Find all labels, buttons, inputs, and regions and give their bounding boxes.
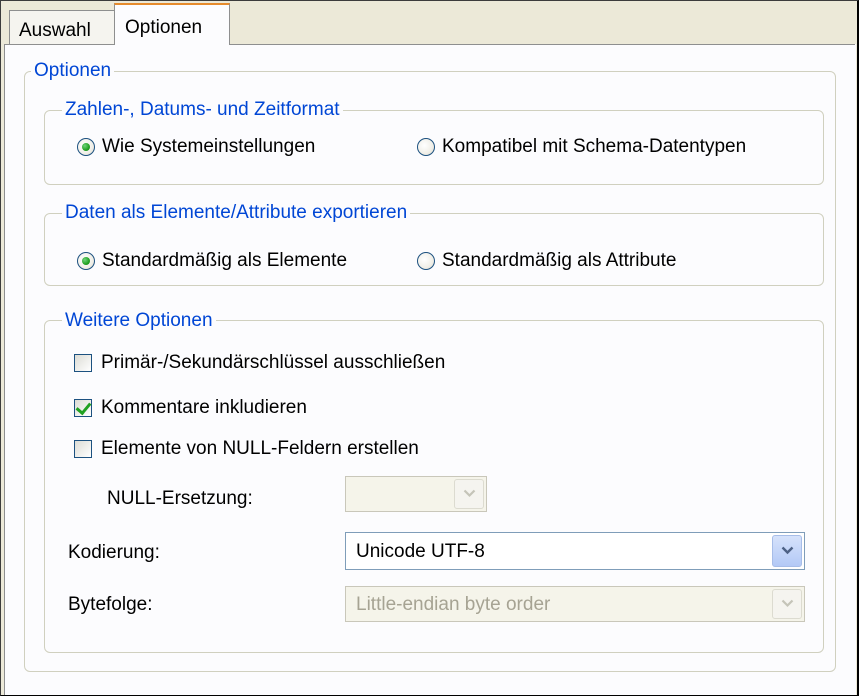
checkbox-icon [74, 354, 92, 372]
chevron-down-icon [781, 599, 794, 608]
radio-as-elements-label: Standardmäßig als Elemente [102, 250, 348, 271]
radio-as-attributes[interactable]: Standardmäßig als Attribute [417, 250, 676, 272]
null-replacement-dropdown-button[interactable] [454, 479, 484, 509]
radio-dot-icon [82, 257, 90, 265]
checkbox-icon [74, 398, 92, 417]
radio-system-settings[interactable]: Wie Systemeinstellungen [77, 136, 315, 158]
radio-circle-icon [77, 252, 95, 270]
checkbox-null-elements-label: Elemente von NULL-Feldern erstellen [101, 438, 419, 459]
chevron-down-icon [781, 546, 794, 555]
checkbox-include-comments[interactable]: Kommentare inkludieren [74, 397, 307, 419]
tab-auswahl[interactable]: Auswahl [9, 10, 115, 44]
checkbox-icon [74, 440, 92, 458]
tab-border-left [4, 44, 114, 45]
radio-circle-icon [417, 138, 435, 156]
byte-order-select[interactable]: Little-endian byte order [345, 586, 805, 622]
radio-circle-icon [417, 252, 435, 270]
null-replacement-select[interactable] [345, 476, 487, 512]
tab-border-right [229, 44, 855, 45]
checkmark-icon [75, 398, 92, 416]
checkbox-exclude-keys[interactable]: Primär-/Sekundärschlüssel ausschließen [74, 352, 445, 374]
checkbox-null-elements[interactable]: Elemente von NULL-Feldern erstellen [74, 438, 419, 460]
checkbox-include-comments-label: Kommentare inkludieren [101, 397, 307, 418]
byte-order-dropdown-button[interactable] [772, 589, 802, 619]
more-options-legend: Weitere Optionen [62, 310, 216, 332]
checkbox-exclude-keys-label: Primär-/Sekundärschlüssel ausschließen [101, 352, 446, 373]
encoding-dropdown-button[interactable] [772, 535, 802, 567]
encoding-value: Unicode UTF-8 [356, 541, 485, 562]
radio-schema-datatypes-label: Kompatibel mit Schema-Datentypen [442, 136, 747, 157]
options-group-legend: Optionen [31, 60, 115, 82]
radio-circle-icon [77, 138, 95, 156]
radio-schema-datatypes[interactable]: Kompatibel mit Schema-Datentypen [417, 136, 746, 158]
radio-as-attributes-label: Standardmäßig als Attribute [442, 250, 677, 271]
tab-optionen[interactable]: Optionen [114, 3, 230, 45]
null-replacement-label: NULL-Ersetzung: [107, 488, 253, 509]
export-legend: Daten als Elemente/Attribute exportieren [62, 202, 411, 224]
radio-system-settings-label: Wie Systemeinstellungen [102, 136, 316, 157]
encoding-select[interactable]: Unicode UTF-8 [345, 532, 805, 570]
number-format-legend: Zahlen-, Datums- und Zeitformat [62, 99, 343, 121]
byte-order-label: Bytefolge: [68, 594, 153, 615]
encoding-label: Kodierung: [68, 542, 160, 563]
radio-as-elements[interactable]: Standardmäßig als Elemente [77, 250, 347, 272]
byte-order-value: Little-endian byte order [356, 594, 551, 615]
chevron-down-icon [463, 489, 476, 498]
radio-dot-icon [82, 143, 90, 151]
